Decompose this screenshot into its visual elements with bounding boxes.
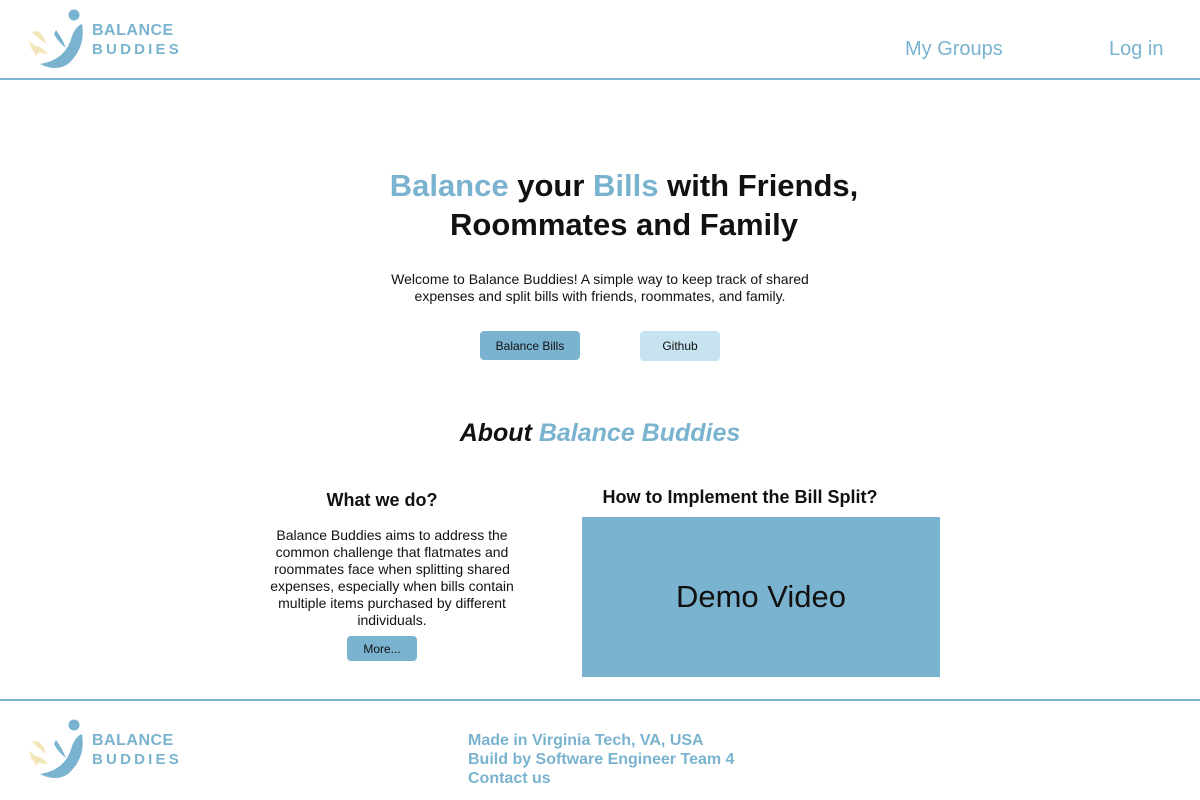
brand-wordmark: BALANCE BUDDIES (92, 22, 182, 58)
hero-title: Balance your Bills with Friends, Roommat… (300, 166, 948, 244)
footer-logo-figure-icon (28, 719, 83, 778)
page: BALANCE BUDDIES My Groups Log in Balance… (0, 0, 1200, 800)
site-header: BALANCE BUDDIES My Groups Log in (0, 0, 1200, 80)
footer-brand-line2: BUDDIES (92, 751, 182, 768)
footer-built-by: Build by Software Engineer Team 4 (468, 751, 735, 768)
hero-title-balance: Balance (389, 168, 509, 203)
about-title-prefix: About (459, 419, 539, 447)
footer-info: Made in Virginia Tech, VA, USA Build by … (468, 731, 734, 788)
about-title-brand: Balance Buddies (538, 419, 741, 447)
footer-divider (0, 699, 1200, 701)
what-we-do-title: What we do? (326, 490, 438, 510)
balance-bills-button[interactable]: Balance Bills (480, 331, 580, 360)
nav-login-link[interactable]: Log in (1109, 38, 1164, 61)
nav-my-groups-link[interactable]: My Groups (905, 38, 1003, 61)
footer-wordmark: BALANCE BUDDIES (92, 732, 182, 768)
more-button[interactable]: More... (347, 636, 417, 661)
footer-logo[interactable]: BALANCE BUDDIES (26, 718, 182, 782)
brand-name-line2: BUDDIES (92, 41, 182, 58)
brand-name-line1: BALANCE (92, 22, 174, 39)
hero-title-bills: Bills (593, 168, 659, 203)
hero-description: Welcome to Balance Buddies! A simple way… (391, 271, 809, 304)
demo-video-label: Demo Video (675, 579, 847, 614)
hero-title-your: your (508, 168, 594, 203)
header-divider (0, 78, 1200, 80)
brand-logo[interactable]: BALANCE BUDDIES (26, 8, 182, 72)
how-to-implement-title: How to Implement the Bill Split? (602, 487, 878, 507)
logo-figure-icon (28, 9, 83, 68)
footer-made-in: Made in Virginia Tech, VA, USA (468, 732, 704, 749)
demo-video-player[interactable]: Demo Video (582, 517, 940, 677)
contact-us-link[interactable]: Contact us (468, 769, 734, 788)
what-we-do-description: Balance Buddies aims to address the comm… (270, 527, 514, 628)
github-button[interactable]: Github (640, 331, 720, 361)
about-title: About Balance Buddies (300, 419, 900, 448)
footer-brand-line1: BALANCE (92, 732, 174, 749)
